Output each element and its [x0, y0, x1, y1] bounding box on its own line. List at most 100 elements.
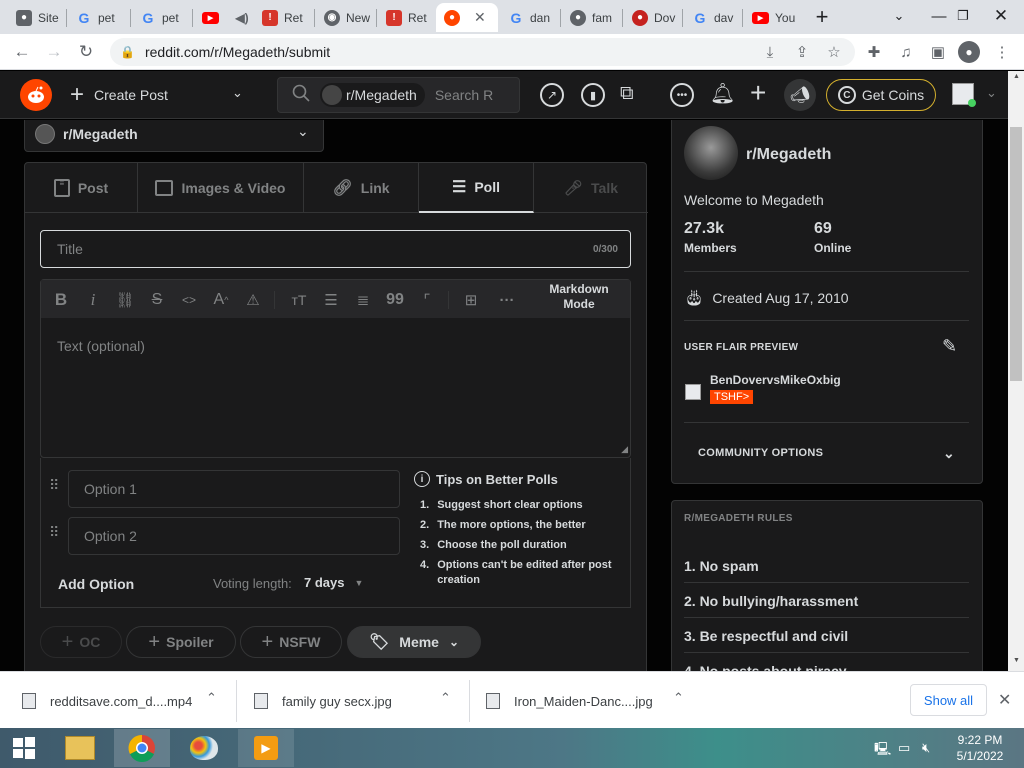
tab-ret-2[interactable]: ! Ret [378, 3, 434, 32]
community-search-chip[interactable]: r/Megadeth [320, 83, 425, 107]
tab-google-pet-1[interactable]: Gpet [68, 3, 128, 32]
tab-google-dan[interactable]: Gdan [500, 3, 558, 32]
menu-kebab-icon[interactable]: ⋮ [992, 42, 1012, 62]
chevron-up-icon[interactable]: ⌃ [206, 690, 217, 706]
markdown-mode-toggle[interactable]: Markdown Mode [540, 282, 618, 312]
rule-item[interactable]: 1. No spam [684, 558, 969, 583]
address-bar[interactable]: 🔒 reddit.com/r/Megadeth/submit [110, 38, 855, 66]
video-icon[interactable]: ⧉ [620, 83, 634, 105]
tab-ret-1[interactable]: ! Ret [254, 3, 312, 32]
title-input[interactable]: Title 0/300 [40, 230, 631, 268]
code-block-icon[interactable]: ⌜ [416, 289, 438, 311]
chat-icon[interactable]: ••• [670, 83, 694, 107]
tab-poll[interactable]: ☰ Poll [419, 163, 534, 213]
table-icon[interactable]: ⊞ [460, 289, 482, 311]
popular-icon[interactable]: ↗ [540, 83, 564, 107]
search-placeholder[interactable]: Search R [435, 87, 493, 103]
media-control-icon[interactable]: ♫ [896, 42, 916, 62]
network-warning-icon[interactable]: 🖳︎ [874, 740, 891, 762]
tab-link[interactable]: 🔗︎ Link [304, 163, 419, 213]
tab-audio[interactable]: ◀) [226, 3, 254, 32]
back-button[interactable]: ← [10, 41, 34, 63]
tab-dov[interactable]: ● Dov [624, 3, 680, 32]
italic-icon[interactable]: i [82, 289, 104, 311]
more-options-icon[interactable]: ··· [496, 289, 518, 311]
tab-new[interactable]: ◉ New [316, 3, 374, 32]
close-downloads-icon[interactable]: ✕ [998, 690, 1011, 710]
reload-button[interactable]: ↻ [74, 41, 98, 63]
chevron-down-icon[interactable]: ⌄ [232, 85, 243, 101]
close-window-button[interactable]: ✕ [978, 2, 1024, 30]
forward-button[interactable]: → [42, 41, 66, 63]
reddit-logo-icon[interactable] [20, 79, 52, 111]
community-options-toggle[interactable]: COMMUNITY OPTIONS ⌄ [684, 432, 969, 474]
share-icon[interactable]: ⇪ [792, 42, 812, 62]
numbered-list-icon[interactable]: ≣ [352, 289, 374, 311]
chevron-up-icon[interactable]: ⌃ [440, 690, 451, 706]
download-item[interactable]: redditsave.com_d....mp4 [22, 691, 192, 711]
scroll-up-arrow-icon[interactable]: ▲ [1013, 73, 1020, 80]
drag-handle-icon[interactable]: ⠿ [49, 478, 59, 496]
scroll-down-arrow-icon[interactable]: ▼ [1013, 657, 1020, 664]
download-item[interactable]: family guy secx.jpg [254, 691, 392, 711]
poll-option-2-input[interactable]: Option 2 [68, 517, 400, 555]
tab-google-dav[interactable]: Gdav [684, 3, 740, 32]
spoiler-tag-button[interactable]: + Spoiler [126, 626, 236, 658]
bookmark-star-icon[interactable]: ☆ [824, 42, 844, 62]
download-item[interactable]: Iron_Maiden-Danc....jpg [486, 691, 653, 711]
scrollbar-thumb[interactable] [1010, 127, 1022, 381]
drag-handle-icon[interactable]: ⠿ [49, 525, 59, 543]
tab-fam[interactable]: ● fam [562, 3, 620, 32]
oc-tag-button[interactable]: + OC [40, 626, 122, 658]
system-clock[interactable]: 9:22 PM 5/1/2022 [950, 732, 1010, 764]
link-icon[interactable]: ⛓ [114, 289, 136, 311]
voting-length-dropdown[interactable]: 7 days ▼ [304, 575, 363, 590]
resize-handle-icon[interactable]: ◢ [621, 444, 628, 455]
search-bar[interactable]: r/Megadeth Search R [277, 77, 520, 113]
tab-site[interactable]: ● Site [8, 3, 64, 32]
paint-icon[interactable] [176, 729, 232, 767]
tab-youtube-1[interactable]: ▶ [194, 3, 224, 32]
add-option-button[interactable]: Add Option [58, 576, 134, 592]
poll-option-1-input[interactable]: Option 1 [68, 470, 400, 508]
rule-item[interactable]: 2. No bullying/harassment [684, 593, 969, 618]
edit-pencil-icon[interactable]: ✎ [942, 336, 957, 357]
spoiler-icon[interactable]: ⚠ [242, 289, 264, 311]
text-body-placeholder[interactable]: Text (optional) [57, 338, 145, 354]
nsfw-tag-button[interactable]: + NSFW [240, 626, 342, 658]
rule-item[interactable]: 3. Be respectful and civil [684, 628, 969, 653]
close-tab-icon[interactable]: ✕ [474, 9, 486, 26]
bulleted-list-icon[interactable]: ☰ [320, 289, 342, 311]
community-name[interactable]: r/Megadeth [746, 146, 831, 164]
notifications-bell-icon[interactable]: 🔔︎ [710, 81, 735, 106]
user-menu-chevron-icon[interactable]: ⌄ [986, 85, 997, 101]
tab-talk[interactable]: 🎤︎ Talk [534, 163, 648, 213]
new-tab-button[interactable]: + [810, 4, 834, 29]
media-player-icon[interactable]: ▶ [238, 729, 294, 767]
windows-start-button[interactable] [0, 729, 48, 767]
show-all-downloads-button[interactable]: Show all [910, 684, 987, 716]
file-explorer-icon[interactable] [52, 729, 108, 767]
get-coins-button[interactable]: C Get Coins [826, 79, 936, 111]
bold-icon[interactable]: B [50, 289, 72, 311]
display-icon[interactable]: ▭ [898, 740, 910, 756]
quote-block-icon[interactable]: 99 [384, 289, 406, 311]
chrome-taskbar-icon[interactable] [114, 729, 170, 767]
tab-google-pet-2[interactable]: Gpet [132, 3, 190, 32]
community-selector[interactable]: r/Megadeth ⌄ [24, 120, 324, 152]
install-icon[interactable]: ⤓ [760, 42, 780, 62]
strikethrough-icon[interactable]: S [146, 289, 168, 311]
tab-youtube-2[interactable]: ▶ You [744, 3, 800, 32]
volume-muted-icon[interactable]: 🔇︎ [922, 740, 930, 756]
page-scrollbar[interactable]: ▲ ▼ [1008, 71, 1024, 671]
tab-post[interactable]: ≡ Post [25, 163, 138, 213]
inline-code-icon[interactable]: <> [178, 289, 200, 311]
stats-icon[interactable]: ▮ [581, 83, 605, 107]
create-post-dropdown[interactable]: + Create Post [70, 81, 168, 108]
chevron-up-icon[interactable]: ⌃ [673, 690, 684, 706]
advertise-megaphone-icon[interactable]: 📣︎ [784, 79, 816, 111]
heading-icon[interactable]: тT [288, 289, 310, 311]
profile-avatar-icon[interactable]: ● [958, 41, 980, 63]
extensions-icon[interactable]: ✚ [864, 42, 884, 62]
tab-images-video[interactable]: Images & Video [138, 163, 304, 213]
